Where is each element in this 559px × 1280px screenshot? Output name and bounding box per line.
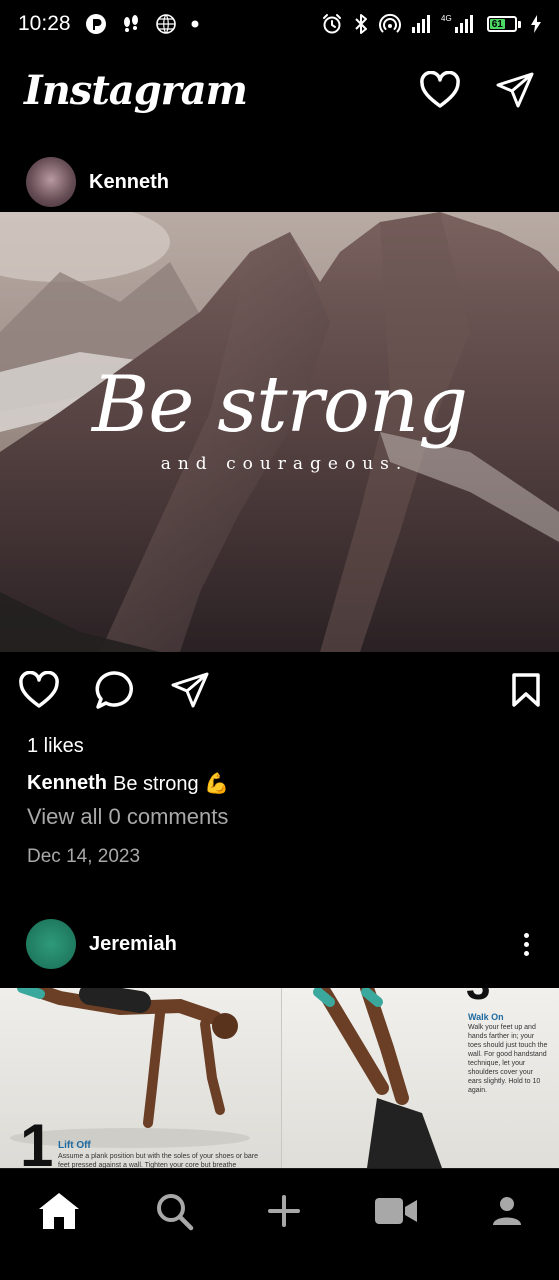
svg-text:4G: 4G	[441, 14, 452, 23]
post-image[interactable]: 1 Lift Off Assume a plank position but w…	[0, 988, 559, 1168]
search-icon[interactable]	[154, 1191, 194, 1231]
step-text: Walk your feet up and hands farther in; …	[468, 1024, 548, 1094]
post-actions	[0, 652, 559, 728]
step-title: Walk On	[468, 1012, 504, 1022]
bottom-navigation	[0, 1168, 559, 1280]
post-image-subline: and courageous.	[160, 454, 409, 474]
like-heart-icon[interactable]	[18, 671, 60, 709]
status-system-icons: 4G 61	[321, 13, 541, 35]
step-number-partial: 3	[466, 988, 490, 1010]
signal-4g-icon: 4G	[441, 13, 477, 35]
status-time: 10:28	[18, 12, 71, 35]
caption-username[interactable]: Kenneth	[27, 772, 107, 795]
step-text: Assume a plank position but with the sol…	[58, 1153, 258, 1168]
post-header: Kenneth	[0, 152, 559, 212]
post-caption: Kenneth Be strong 💪	[0, 764, 559, 802]
status-bar: 10:28 4G 61	[0, 0, 559, 48]
comment-icon[interactable]	[94, 670, 136, 710]
post-jeremiah: Jeremiah 1 Lift Off Assume a plank posit…	[0, 914, 559, 1168]
step-title: Lift Off	[58, 1140, 91, 1151]
workout-panel-right: 3 Walk On Walk your feet up and hands fa…	[282, 988, 559, 1168]
home-icon[interactable]	[37, 1191, 81, 1231]
caption-text: Be strong 💪	[113, 772, 230, 795]
create-plus-icon[interactable]	[267, 1194, 301, 1228]
post-kenneth: Kenneth Be strong and courageous. 1 like…	[0, 152, 559, 882]
step-number: 1	[20, 1112, 54, 1169]
charging-bolt-icon	[531, 15, 541, 33]
likes-count[interactable]: 1 likes	[0, 728, 559, 764]
status-notification-icons	[85, 13, 199, 35]
post-date: Dec 14, 2023	[27, 846, 141, 867]
workout-panel-left: 1 Lift Off Assume a plank position but w…	[0, 988, 282, 1168]
hotspot-icon	[379, 13, 401, 35]
signal-icon	[411, 14, 431, 34]
post-username[interactable]: Jeremiah	[89, 933, 177, 956]
share-icon[interactable]	[170, 671, 210, 709]
alarm-icon	[321, 13, 343, 35]
view-comments-link[interactable]: View all 0 comments	[0, 802, 559, 832]
profile-icon[interactable]	[491, 1195, 523, 1227]
instagram-logo[interactable]: Instagram	[24, 67, 248, 114]
direct-messages-icon[interactable]	[495, 71, 535, 109]
battery-icon: 61	[487, 16, 521, 32]
battery-level: 61	[490, 18, 505, 30]
fitness-notification-icon	[121, 14, 141, 34]
post-header: Jeremiah	[0, 914, 559, 974]
notifications-heart-icon[interactable]	[419, 71, 461, 109]
app-notification-icon	[85, 13, 107, 35]
bluetooth-icon	[353, 13, 369, 35]
post-username[interactable]: Kenneth	[89, 171, 169, 194]
avatar[interactable]	[26, 157, 76, 207]
globe-notification-icon	[155, 13, 177, 35]
post-image[interactable]: Be strong and courageous.	[0, 212, 559, 652]
more-notifications-dot-icon	[191, 20, 199, 28]
bookmark-icon[interactable]	[511, 672, 541, 708]
avatar[interactable]	[26, 919, 76, 969]
reels-video-icon[interactable]	[374, 1196, 418, 1226]
app-header: Instagram	[0, 52, 559, 128]
post-image-headline: Be strong	[91, 360, 468, 450]
more-options-icon[interactable]	[520, 929, 533, 960]
